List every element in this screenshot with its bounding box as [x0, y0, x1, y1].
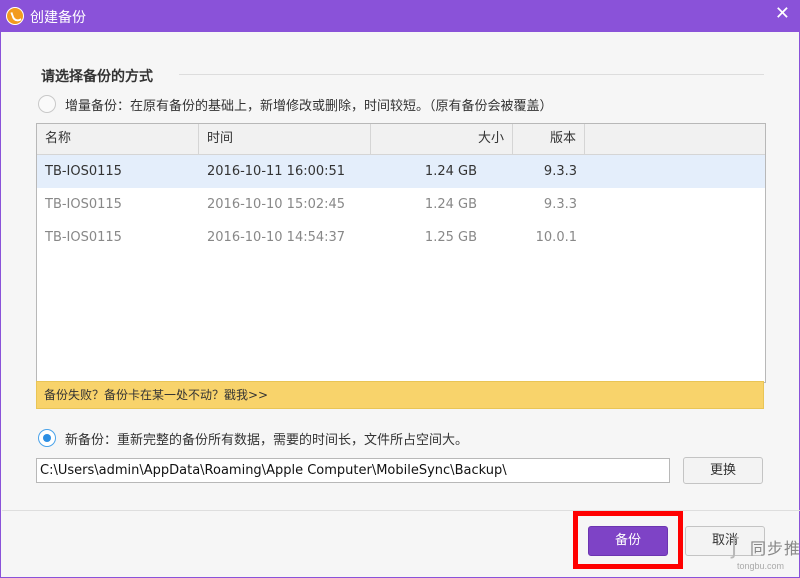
table-row[interactable]: TB-IOS0115 2016-10-10 15:02:45 1.24 GB 9…	[37, 188, 765, 221]
cell-time: 2016-10-10 15:02:45	[207, 197, 346, 212]
table-header: 名称 时间 大小 版本	[37, 124, 765, 155]
watermark-url: tongbu.com	[737, 561, 785, 571]
column-header-name[interactable]: 名称	[37, 124, 199, 154]
app-logo-icon	[6, 7, 24, 25]
watermark: ʃ 同步推 tongbu.com	[731, 534, 800, 575]
section-divider	[179, 74, 764, 75]
table-row[interactable]: TB-IOS0115 2016-10-10 14:54:37 1.25 GB 1…	[37, 221, 765, 254]
title-bar[interactable]: 创建备份 ✕	[0, 0, 800, 32]
cell-time: 2016-10-11 16:00:51	[207, 164, 346, 179]
new-backup-radio[interactable]	[38, 429, 56, 447]
cell-size: 1.24 GB	[424, 164, 477, 179]
backup-path-field[interactable]: C:\Users\admin\AppData\Roaming\Apple Com…	[36, 458, 670, 483]
watermark-text: 同步推	[750, 539, 800, 558]
help-banner-link[interactable]: 备份失败？备份卡在某一处不动？戳我>>	[36, 381, 764, 409]
highlight-box	[573, 511, 683, 569]
cell-name: TB-IOS0115	[45, 230, 122, 245]
cell-version: 9.3.3	[543, 164, 577, 179]
new-backup-label[interactable]: 新备份：重新完整的备份所有数据，需要的时间长，文件所占空间大。	[65, 429, 468, 448]
table-row[interactable]: TB-IOS0115 2016-10-11 16:00:51 1.24 GB 9…	[37, 155, 765, 188]
cell-version: 9.3.3	[543, 197, 577, 212]
cell-size: 1.24 GB	[424, 197, 477, 212]
tongbu-logo-icon: ʃ	[731, 535, 739, 560]
column-header-version[interactable]: 版本	[513, 124, 585, 154]
change-path-button[interactable]: 更换	[683, 457, 763, 484]
incremental-backup-label[interactable]: 增量备份：在原有备份的基础上，新增修改或删除，时间较短。（原有备份会被覆盖）	[65, 95, 553, 114]
backup-list-table: 名称 时间 大小 版本 TB-IOS0115 2016-10-11 16:00:…	[36, 123, 766, 383]
column-header-size[interactable]: 大小	[371, 124, 513, 154]
create-backup-dialog: 创建备份 ✕ 请选择备份的方式 增量备份：在原有备份的基础上，新增修改或删除，时…	[0, 0, 800, 578]
column-header-time[interactable]: 时间	[199, 124, 371, 154]
cell-size: 1.25 GB	[424, 230, 477, 245]
cell-version: 10.0.1	[535, 230, 577, 245]
cell-name: TB-IOS0115	[45, 164, 122, 179]
window-title: 创建备份	[30, 10, 86, 26]
incremental-backup-radio[interactable]	[38, 95, 56, 113]
close-icon[interactable]: ✕	[775, 4, 790, 24]
section-title: 请选择备份的方式	[41, 69, 153, 85]
dialog-body: 请选择备份的方式 增量备份：在原有备份的基础上，新增修改或删除，时间较短。（原有…	[1, 32, 800, 577]
cell-time: 2016-10-10 14:54:37	[207, 230, 346, 245]
cell-name: TB-IOS0115	[45, 197, 122, 212]
